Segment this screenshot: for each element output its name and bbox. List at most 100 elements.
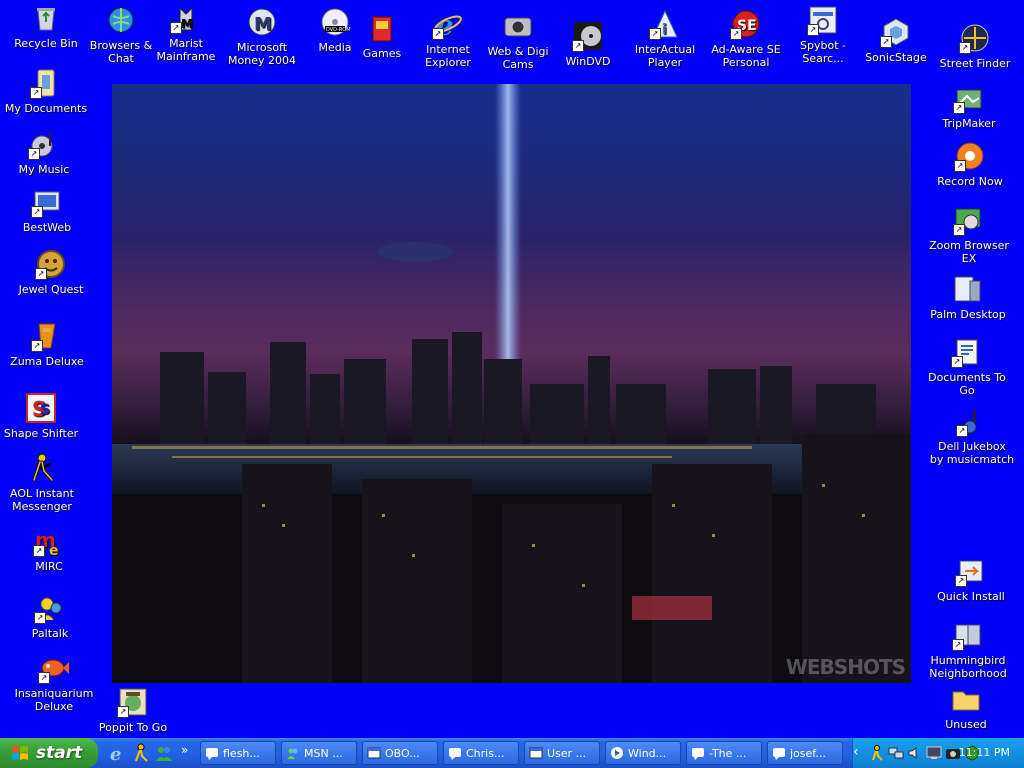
icon-label: BestWeb [22, 221, 72, 234]
taskbar-button-flesh[interactable]: flesh... [200, 741, 276, 765]
icon-label: Zoom Browser EX [929, 239, 1009, 265]
task-label: Chris... [466, 746, 505, 760]
tray-collapse-chevron-icon[interactable]: ‹ [853, 744, 869, 760]
bestweb-icon: ↗ [30, 186, 64, 218]
internet-explorer-icon: e ↗ [431, 8, 465, 40]
aim-chat-icon [205, 746, 219, 760]
desktop-icon-mirc[interactable]: m e ↗ MIRC [3, 525, 95, 573]
task-label: Wind... [628, 746, 667, 760]
icon-label: Hummingbird Neighborhood [929, 654, 1007, 680]
task-label: josef... [790, 746, 826, 760]
desktop-icon-dell-jukebox[interactable]: ↗ Dell Jukebox by musicmatch [926, 405, 1018, 466]
windvd-icon: ↗ [571, 20, 605, 52]
browsers-chat-icon [104, 4, 138, 36]
desktop-icon-zoom-browser[interactable]: ↗ Zoom Browser EX [923, 204, 1015, 265]
aim-chat-icon [772, 746, 786, 760]
icon-label: InterActual Player [634, 43, 696, 69]
desktop-icon-my-music[interactable]: ↗ My Music [0, 128, 90, 176]
task-label: MSN ... [304, 746, 343, 760]
svg-text:M: M [181, 17, 193, 31]
desktop-wallpaper: WEBSHOTS [112, 84, 911, 683]
ad-aware-icon: SE ↗ [729, 8, 763, 40]
desktop-icon-palm-desktop[interactable]: Palm Desktop [922, 273, 1014, 321]
icon-label: Paltalk [31, 627, 69, 640]
desktop-icon-unused-folder[interactable]: Unused [920, 683, 1012, 731]
desktop-icon-record-now[interactable]: ↗ Record Now [924, 140, 1016, 188]
desktop-icon-jewel-quest[interactable]: ↗ Jewel Quest [5, 248, 97, 296]
taskbar-button-msn[interactable]: MSN ... [281, 741, 357, 765]
quicklaunch-msn-icon[interactable] [154, 743, 174, 763]
desktop-icon-paltalk[interactable]: ↗ Paltalk [4, 592, 96, 640]
network-tray-icon[interactable] [888, 745, 904, 761]
quicklaunch-internet-explorer-icon[interactable]: e [108, 743, 128, 765]
msn-icon [286, 746, 300, 760]
mirc-icon: m e ↗ [33, 528, 59, 557]
desktop-icon-hummingbird[interactable]: ↗ Hummingbird Neighborhood [922, 619, 1014, 680]
taskbar-button-obo[interactable]: OBO... [362, 741, 438, 765]
start-button[interactable]: start [0, 738, 98, 768]
taskbar-clock[interactable]: 11:11 PM [959, 746, 1010, 759]
my-documents-icon: ↗ [29, 67, 63, 99]
taskbar-button-josef[interactable]: josef... [767, 741, 843, 765]
aim-chat-icon [448, 746, 462, 760]
jewel-quest-icon: ↗ [34, 248, 68, 280]
record-now-icon: ↗ [953, 140, 987, 172]
svg-text:M: M [254, 14, 272, 35]
tripmaker-icon: ↗ [952, 82, 986, 114]
desktop-icon-documents-to-go[interactable]: ↗ Documents To Go [921, 336, 1013, 397]
volume-tray-icon[interactable] [907, 745, 923, 761]
palm-desktop-icon [951, 273, 985, 305]
desktop-icon-interactual-player[interactable]: i ↗ InterActual Player [619, 8, 711, 69]
icon-label: Shape Shifter [3, 427, 79, 440]
taskbar-button-user[interactable]: User ... [524, 741, 600, 765]
desktop-icon-street-finder[interactable]: ↗ Street Finder [929, 22, 1021, 70]
paltalk-icon: ↗ [33, 592, 67, 624]
svg-text:S: S [40, 402, 50, 418]
desktop-icon-aim[interactable]: AOL Instant Messenger [0, 452, 88, 513]
desktop-icon-poppit[interactable]: ↗ Poppit To Go [87, 686, 179, 734]
task-label: flesh... [223, 746, 260, 760]
sonicstage-icon: ↗ [879, 16, 913, 48]
task-label: OBO... [385, 746, 420, 760]
interactual-player-icon: i ↗ [648, 8, 682, 40]
webshots-watermark: WEBSHOTS [785, 655, 906, 679]
zoom-browser-icon: ↗ [952, 204, 986, 236]
icon-label: Jewel Quest [18, 283, 84, 296]
aim-tray-icon[interactable] [869, 745, 885, 761]
icon-label: Zuma Deluxe [10, 355, 84, 368]
icon-label: Documents To Go [928, 371, 1006, 397]
display-tray-icon[interactable] [926, 745, 942, 761]
icon-label: Unused [945, 718, 987, 731]
icon-label: TripMaker [942, 117, 996, 130]
shape-shifter-icon: SS [24, 392, 58, 424]
desktop-icon-bestweb[interactable]: ↗ BestWeb [1, 186, 93, 234]
desktop-icon-zuma-deluxe[interactable]: ↗ Zuma Deluxe [1, 320, 93, 368]
quicklaunch-aim-icon[interactable] [131, 743, 151, 763]
svg-text:e: e [49, 543, 59, 557]
documents-to-go-icon: ↗ [950, 336, 984, 368]
icon-label: Quick Install [937, 590, 1005, 603]
marist-mainframe-icon: M ↗ [169, 2, 203, 34]
street-finder-icon: ↗ [958, 22, 992, 54]
poppit-icon: ↗ [116, 686, 150, 718]
taskbar-button-chris[interactable]: Chris... [443, 741, 519, 765]
task-label: User ... [547, 746, 587, 760]
dell-jukebox-icon: ↗ [955, 405, 989, 437]
taskbar-button-the[interactable]: -The ... [686, 741, 762, 765]
desktop-icon-tripmaker[interactable]: ↗ TripMaker [923, 82, 1015, 130]
quicklaunch-expand-chevron[interactable]: » [181, 743, 188, 757]
desktop-icon-shape-shifter[interactable]: SS Shape Shifter [0, 392, 87, 440]
spybot-icon: ↗ [806, 4, 840, 36]
desktop-icon-quick-install[interactable]: ↗ Quick Install [925, 555, 1017, 603]
insaniquarium-icon: ↗ [37, 652, 71, 684]
desktop-icon-my-documents[interactable]: ↗ My Documents [0, 67, 92, 115]
icon-label: Dell Jukebox by musicmatch [929, 440, 1015, 466]
icon-label: AOL Instant Messenger [10, 487, 74, 513]
task-label: -The ... [709, 746, 747, 760]
quick-install-icon: ↗ [954, 555, 988, 587]
icon-label: MIRC [35, 560, 63, 573]
taskbar-button-windows-media[interactable]: Wind... [605, 741, 681, 765]
windows-flag-icon [12, 746, 28, 760]
recycle-bin-icon [29, 2, 63, 34]
taskbar: start e » flesh... MSN ... OBO... Chris.… [0, 738, 1024, 768]
